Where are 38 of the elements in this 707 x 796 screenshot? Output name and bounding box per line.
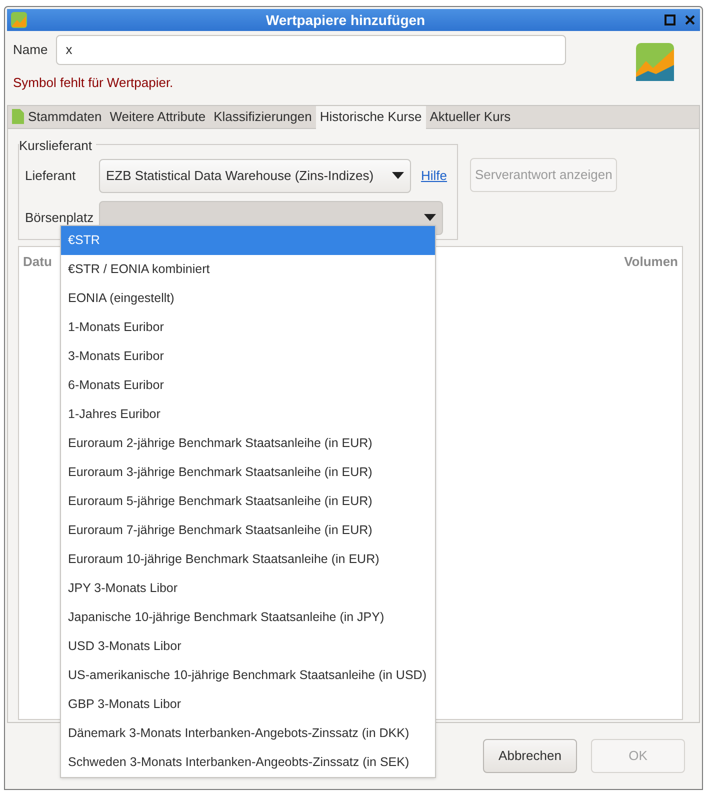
- tab[interactable]: Historische Kurse: [316, 106, 426, 128]
- name-label: Name: [13, 41, 48, 60]
- dropdown-option[interactable]: Euroraum 7-jährige Benchmark Staatsanleihe (in EUR): [61, 516, 435, 545]
- maximize-icon[interactable]: [664, 14, 676, 26]
- dropdown-option[interactable]: Euroraum 3-jährige Benchmark Staatsanleihe (in EUR): [61, 458, 435, 487]
- dropdown-option[interactable]: GBP 3-Monats Libor: [61, 690, 435, 719]
- provider-dropdown[interactable]: EZB Statistical Data Warehouse (Zins-Indizes): [99, 158, 411, 192]
- dropdown-option[interactable]: Euroraum 5-jährige Benchmark Staatsanleihe (in EUR): [61, 487, 435, 516]
- help-link[interactable]: Hilfe: [421, 166, 448, 186]
- dropdown-option[interactable]: €STR: [61, 226, 435, 255]
- dropdown-option[interactable]: 1-Jahres Euribor: [61, 400, 435, 429]
- window-title: Wertpapiere hinzufügen: [264, 10, 426, 30]
- tab[interactable]: Aktueller Kurs: [426, 106, 515, 128]
- tab[interactable]: Klassifizierungen: [210, 106, 316, 128]
- dropdown-option[interactable]: €STR / EONIA kombiniert: [61, 255, 435, 284]
- app-logo-icon: [11, 12, 27, 28]
- tab[interactable]: Weitere Attribute: [106, 106, 210, 128]
- dialog-button[interactable]: Abbrechen: [483, 739, 577, 773]
- tab[interactable]: Stammdaten: [8, 106, 106, 128]
- caret-icon: [424, 214, 436, 221]
- dropdown-option[interactable]: 1-Monats Euribor: [61, 313, 435, 342]
- dropdown-option[interactable]: JPY 3-Monats Libor: [61, 574, 435, 603]
- dropdown-option[interactable]: US-amerikanische 10-jährige Benchmark Staatsanleihe (in USD): [61, 661, 435, 690]
- dropdown-option[interactable]: Japanische 10-jährige Benchmark Staatsanleihe (in JPY): [61, 603, 435, 632]
- name-field[interactable]: x: [56, 35, 566, 65]
- dropdown-option[interactable]: 3-Monats Euribor: [61, 342, 435, 371]
- dropdown-option[interactable]: Schweden 3-Monats Interbanken-Angeobts-Zinssatz (in SEK): [61, 748, 435, 777]
- dropdown-option[interactable]: Euroraum 2-jährige Benchmark Staatsanleihe (in EUR): [61, 429, 435, 458]
- dropdown-option[interactable]: USD 3-Monats Libor: [61, 632, 435, 661]
- dropdown-option[interactable]: Dänemark 3-Monats Interbanken-Angebots-Zinssatz (in DKK): [61, 719, 435, 748]
- dropdown-option[interactable]: EONIA (eingestellt): [61, 284, 435, 313]
- provider-label: Lieferant: [25, 166, 77, 185]
- app-logo-icon: [636, 43, 674, 81]
- caret-icon: [392, 172, 404, 179]
- dropdown-option[interactable]: Euroraum 10-jährige Benchmark Staatsanleihe (in EUR): [61, 545, 435, 574]
- error-message: Symbol fehlt für Wertpapier.: [13, 74, 174, 92]
- close-icon[interactable]: [684, 14, 696, 26]
- dropdown-option[interactable]: 6-Monats Euribor: [61, 371, 435, 400]
